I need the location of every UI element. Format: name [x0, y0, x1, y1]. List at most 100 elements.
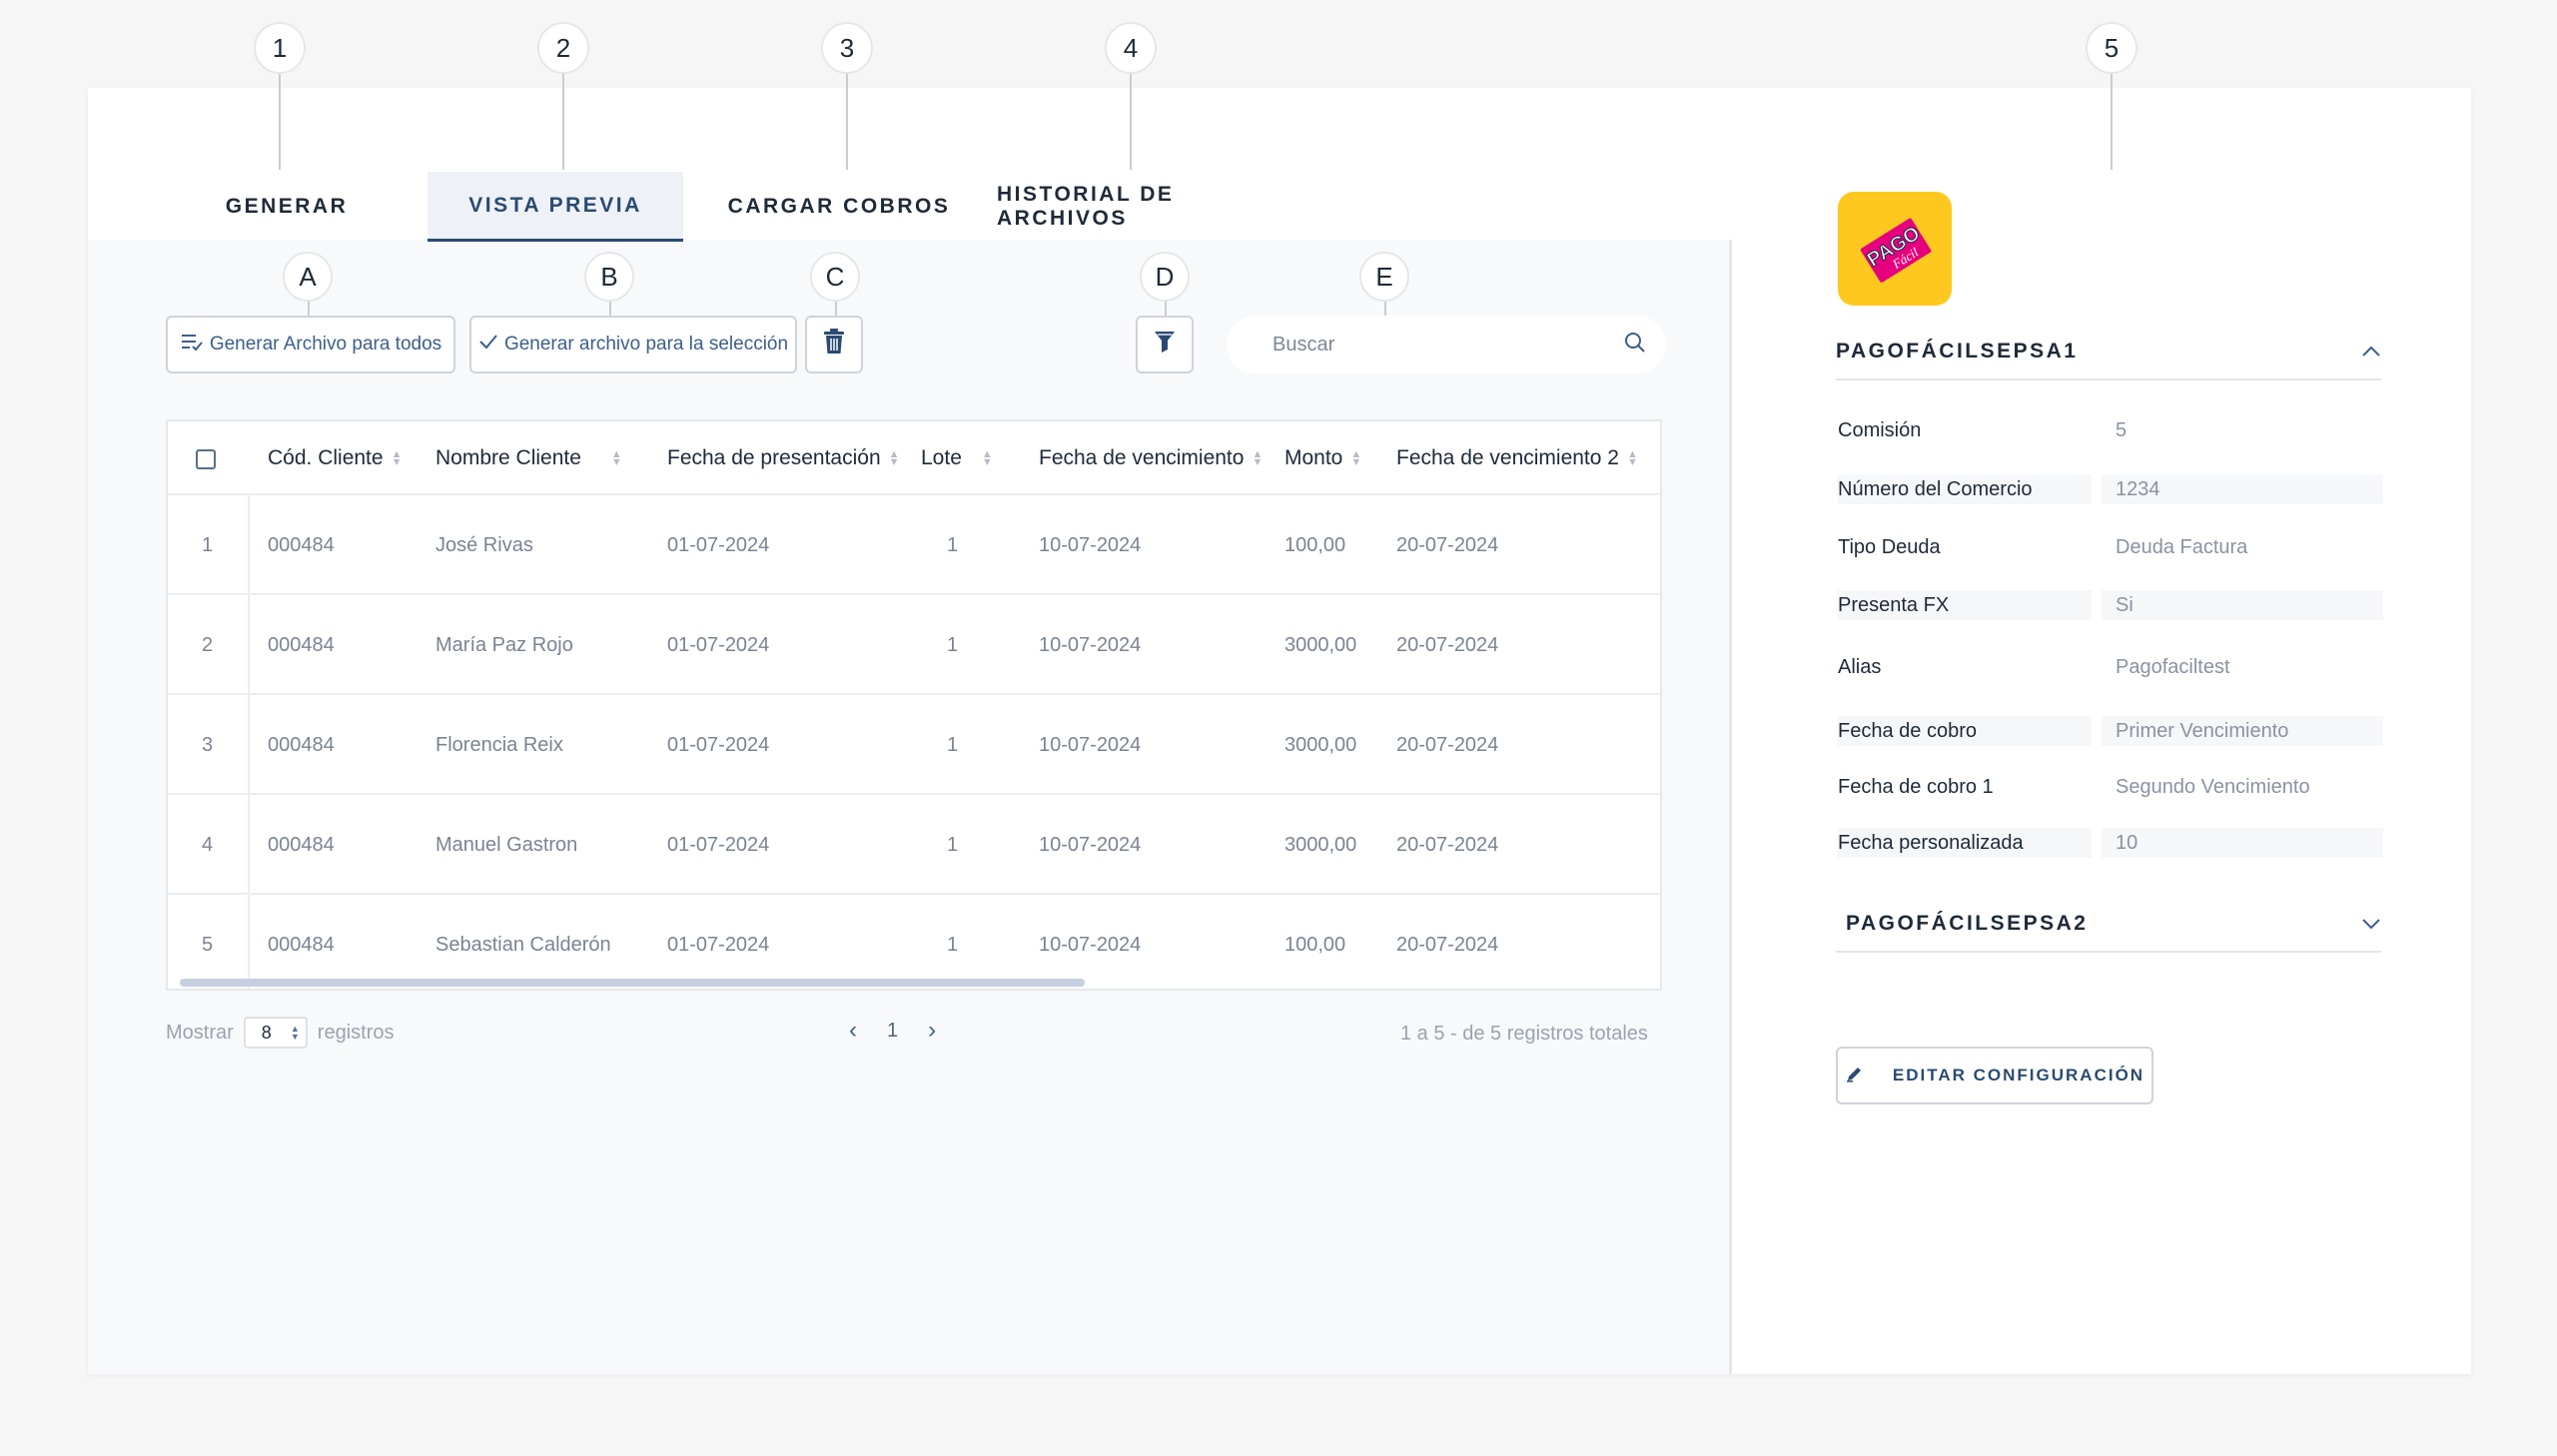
chevron-left-icon[interactable]: ‹ [849, 1017, 857, 1045]
generate-all-button[interactable]: Generar Archivo para todos [166, 316, 455, 373]
header-nombre-cliente-label: Nombre Cliente [435, 446, 581, 469]
sort-icon: ▲ ▼ [1626, 448, 1638, 468]
cell-cod: 000484 [268, 833, 335, 856]
field-label: Alias [1838, 655, 1882, 678]
callout-line-c [835, 302, 837, 316]
search-box [1227, 316, 1666, 373]
section-pagofacilsepsa1[interactable]: PAGOFÁCILSEPSA1 [1836, 325, 2381, 380]
field-label: Presenta FX [1838, 590, 2092, 620]
delete-button[interactable] [805, 316, 863, 373]
table-row[interactable]: 2 000484 María Paz Rojo 01-07-2024 1 10-… [168, 595, 1660, 695]
edit-config-button[interactable]: EDITAR CONFIGURACIÓN [1836, 1047, 2153, 1104]
stepper-icon: ▲ ▼ [290, 1024, 300, 1042]
cell-presentacion: 01-07-2024 [667, 933, 770, 956]
field-value: 5 [2116, 418, 2128, 441]
cell-vencimiento: 10-07-2024 [1039, 633, 1142, 656]
sort-icon: ▲ ▼ [391, 448, 403, 468]
table-row[interactable]: 3 000484 Florencia Reix 01-07-2024 1 10-… [168, 695, 1660, 795]
pagination-nav: ‹ 1 › [849, 1017, 936, 1045]
cell-lote: 1 [947, 733, 959, 756]
header-lote-label: Lote [921, 446, 962, 469]
chevron-right-icon[interactable]: › [928, 1017, 936, 1045]
callout-line-e [1384, 302, 1386, 316]
cell-nombre: Sebastian Calderón [435, 933, 611, 956]
records-label: registros [317, 1021, 395, 1044]
cell-monto: 3000,00 [1284, 833, 1357, 856]
tab-generar[interactable]: GENERAR [200, 172, 374, 242]
cell-nombre: José Rivas [435, 533, 533, 556]
row-index: 5 [202, 933, 214, 956]
table-row[interactable]: 4 000484 Manuel Gastron 01-07-2024 1 10-… [168, 795, 1660, 895]
callout-line-a [308, 302, 310, 316]
page-size-value: 8 [261, 1022, 272, 1043]
field-label: Fecha de cobro 1 [1838, 775, 1994, 798]
sort-icon: ▲ ▼ [981, 448, 993, 468]
header-nombre-cliente[interactable]: Nombre Cliente ▲ ▼ [435, 421, 622, 495]
tab-cargar-cobros[interactable]: CARGAR COBROS [725, 172, 953, 242]
callout-line-1 [279, 74, 281, 170]
header-monto-label: Monto [1284, 446, 1343, 469]
chevron-down-icon[interactable] [2361, 912, 2381, 936]
callout-line-5 [2111, 74, 2113, 170]
field-value: Segundo Vencimiento [2116, 775, 2310, 798]
section-pagofacilsepsa1-title: PAGOFÁCILSEPSA1 [1836, 340, 2079, 363]
tab-vista-previa[interactable]: VISTA PREVIA [427, 172, 683, 242]
page-size-select[interactable]: 8 ▲ ▼ [243, 1017, 308, 1049]
header-fecha-presentacion[interactable]: Fecha de presentación ▲ ▼ [667, 421, 900, 495]
header-cod-cliente[interactable]: Cód. Cliente ▲ ▼ [268, 421, 402, 495]
chevron-up-icon[interactable] [2361, 340, 2381, 364]
callout-line-3 [846, 74, 848, 170]
field-value: 10 [2102, 828, 2383, 858]
cell-nombre: María Paz Rojo [435, 633, 573, 656]
header-monto[interactable]: Monto ▲ ▼ [1284, 421, 1361, 495]
row-index: 4 [202, 833, 214, 856]
horizontal-scrollbar[interactable] [180, 979, 1085, 987]
section-pagofacilsepsa2-title: PAGOFÁCILSEPSA2 [1846, 912, 2089, 935]
field-label: Fecha de cobro [1838, 716, 2092, 746]
table-row[interactable]: 1 000484 José Rivas 01-07-2024 1 10-07-2… [168, 495, 1660, 595]
callout-c: C [810, 252, 860, 302]
header-fecha-vencimiento-label: Fecha de vencimiento [1039, 446, 1245, 469]
sort-icon: ▲ ▼ [1350, 448, 1362, 468]
current-page[interactable]: 1 [887, 1020, 898, 1043]
cell-nombre: Florencia Reix [435, 733, 563, 756]
filter-button[interactable] [1136, 316, 1194, 373]
page-size-control: Mostrar 8 ▲ ▼ registros [166, 1017, 395, 1049]
field-label: Fecha personalizada [1838, 828, 2092, 858]
tab-historial[interactable]: HISTORIAL DE ARCHIVOS [997, 172, 1288, 242]
table-row[interactable]: 5 000484 Sebastian Calderón 01-07-2024 1… [168, 895, 1660, 989]
pagofacil-logo-mark: PAGO Fácil [1860, 218, 1932, 283]
header-fecha-vencimiento-2[interactable]: Fecha de vencimiento 2 ▲ ▼ [1396, 421, 1638, 495]
cell-cod: 000484 [268, 533, 335, 556]
pencil-icon [1845, 1064, 1865, 1089]
cell-vencimiento-2: 20-07-2024 [1396, 533, 1499, 556]
select-all-checkbox[interactable] [196, 449, 216, 469]
search-input[interactable] [1273, 333, 1624, 357]
cell-lote: 1 [947, 833, 959, 856]
show-label: Mostrar [166, 1021, 234, 1044]
cell-vencimiento: 10-07-2024 [1039, 933, 1142, 956]
callout-line-b [609, 302, 611, 316]
search-icon[interactable] [1624, 332, 1646, 359]
field-label: Tipo Deuda [1838, 535, 1941, 558]
header-lote[interactable]: Lote ▲ ▼ [921, 421, 993, 495]
header-fecha-vencimiento[interactable]: Fecha de vencimiento ▲ ▼ [1039, 421, 1263, 495]
field-value: 1234 [2102, 474, 2383, 504]
cell-monto: 100,00 [1284, 933, 1346, 956]
sort-icon: ▲ ▼ [1252, 448, 1264, 468]
sort-icon: ▲ ▼ [888, 448, 900, 468]
header-cod-cliente-label: Cód. Cliente [268, 446, 384, 469]
header-fecha-vencimiento-2-label: Fecha de vencimiento 2 [1396, 446, 1619, 469]
edit-config-label: EDITAR CONFIGURACIÓN [1892, 1066, 2145, 1085]
cell-vencimiento: 10-07-2024 [1039, 733, 1142, 756]
row-index: 2 [202, 633, 214, 656]
field-value: Si [2102, 590, 2383, 620]
callout-d: D [1140, 252, 1190, 302]
section-pagofacilsepsa2[interactable]: PAGOFÁCILSEPSA2 [1836, 897, 2381, 953]
cell-lote: 1 [947, 933, 959, 956]
generate-selection-button[interactable]: Generar archivo para la selección [469, 316, 797, 373]
list-check-icon [180, 332, 204, 358]
cell-cod: 000484 [268, 733, 335, 756]
callout-3: 3 [821, 22, 873, 74]
field-value: Pagofaciltest [2116, 655, 2230, 678]
